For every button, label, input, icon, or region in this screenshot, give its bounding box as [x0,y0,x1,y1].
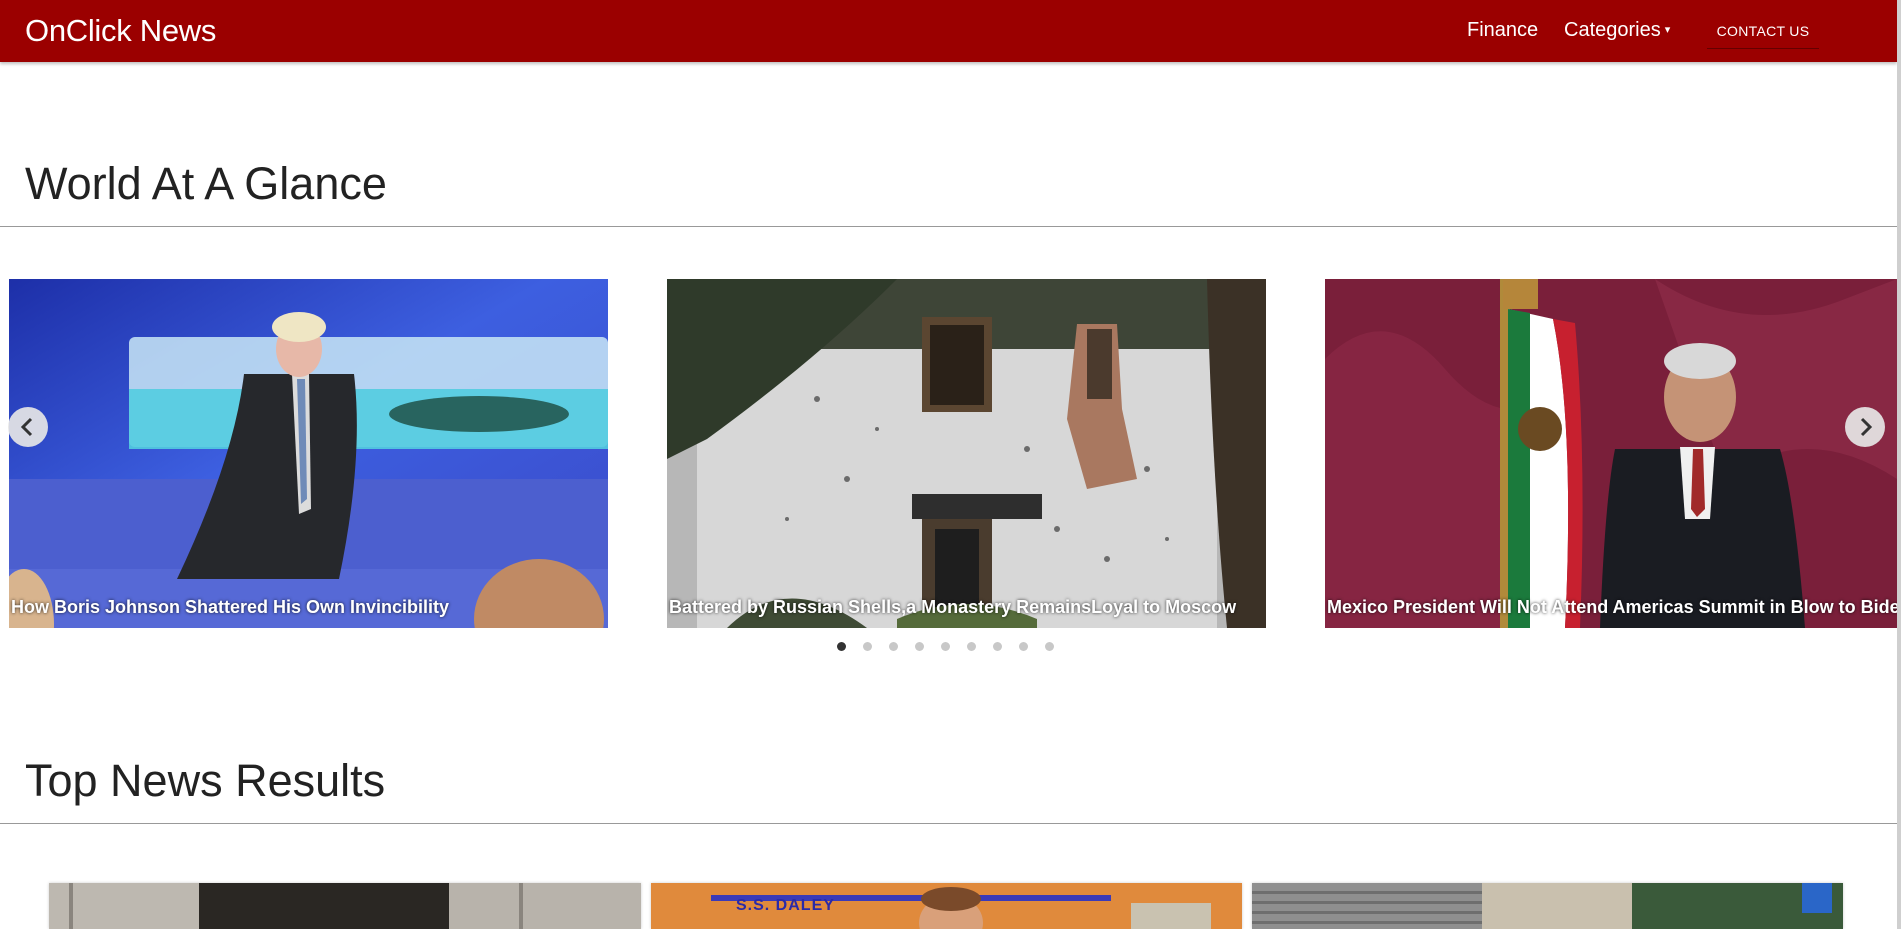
slide-image [667,279,1266,628]
news-card[interactable]: S.S. DALEY [651,883,1242,929]
carousel-prev-button[interactable] [8,407,48,447]
world-at-a-glance-heading: World At A Glance [25,158,387,209]
carousel-pagination [837,642,1054,651]
top-news-results-heading: Top News Results [25,755,386,806]
carousel-dot[interactable] [1019,642,1028,651]
news-card-image [1252,883,1843,929]
brand-logo[interactable]: OnClick News [25,13,216,49]
news-card-image [49,883,641,929]
news-card[interactable] [1252,883,1843,929]
nav-categories-dropdown[interactable]: Categories ▾ [1564,19,1670,42]
carousel-dot[interactable] [863,642,872,651]
carousel-slide[interactable]: How Boris Johnson Shattered His Own Invi… [9,279,608,628]
slide-caption[interactable]: How Boris Johnson Shattered His Own Invi… [11,597,449,618]
top-navbar: OnClick News Finance Categories ▾ CONTACT… [0,0,1897,62]
nav-finance-link[interactable]: Finance [1467,19,1538,42]
news-card[interactable] [49,883,641,929]
slide-caption[interactable]: Battered by Russian Shells,a Monastery R… [669,597,1236,618]
carousel-dot[interactable] [837,642,846,651]
slide-image [1325,279,1897,628]
carousel-dot[interactable] [915,642,924,651]
carousel-dot[interactable] [941,642,950,651]
carousel-slide[interactable]: Mexico President Will Not Attend America… [1325,279,1897,628]
contact-us-button[interactable]: CONTACT US [1707,14,1819,49]
carousel-dot[interactable] [1045,642,1054,651]
slide-image [9,279,608,628]
carousel-next-button[interactable] [1845,407,1885,447]
carousel-dot[interactable] [889,642,898,651]
carousel-slide[interactable]: Battered by Russian Shells,a Monastery R… [667,279,1266,628]
chevron-left-icon [20,417,33,437]
slide-caption[interactable]: Mexico President Will Not Attend America… [1327,597,1897,618]
page-scrollbar[interactable] [1897,0,1901,929]
section-divider [0,823,1897,824]
chevron-right-icon [1860,417,1873,437]
section-divider [0,226,1897,227]
news-card-image-text: S.S. DALEY [736,897,835,914]
scrollbar-thumb[interactable] [1897,0,1901,929]
caret-down-icon: ▾ [1664,24,1671,36]
nav-categories-label: Categories [1564,19,1661,41]
carousel-dot[interactable] [993,642,1002,651]
carousel-dot[interactable] [967,642,976,651]
